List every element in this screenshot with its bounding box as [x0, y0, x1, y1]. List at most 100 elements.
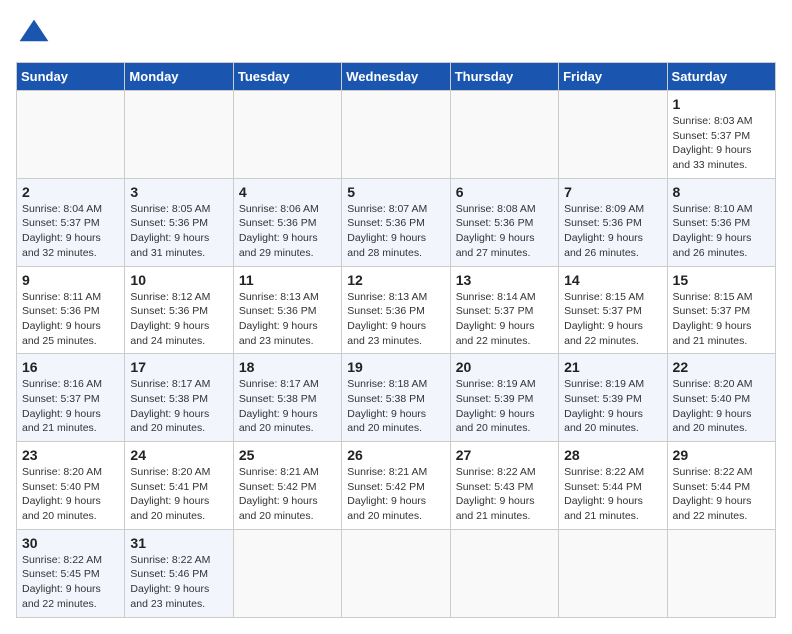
day-number-18: 18 [239, 359, 336, 375]
day-info-12: Sunrise: 8:13 AMSunset: 5:36 PMDaylight:… [347, 290, 444, 349]
calendar-day-24: 24 Sunrise: 8:20 AMSunset: 5:41 PMDayligh… [125, 442, 233, 530]
empty-cell [559, 529, 667, 617]
day-number-12: 12 [347, 272, 444, 288]
calendar-day-3: 3 Sunrise: 8:05 AMSunset: 5:36 PMDaylight… [125, 178, 233, 266]
day-number-14: 14 [564, 272, 661, 288]
day-number-4: 4 [239, 184, 336, 200]
page-header [16, 16, 776, 52]
day-info-7: Sunrise: 8:09 AMSunset: 5:36 PMDaylight:… [564, 202, 661, 261]
day-number-5: 5 [347, 184, 444, 200]
calendar-day-26: 26Sunrise: 8:21 AMSunset: 5:42 PMDayligh… [342, 442, 450, 530]
day-info-13: Sunrise: 8:14 AMSunset: 5:37 PMDaylight:… [456, 290, 553, 349]
day-info-25: Sunrise: 8:21 AMSunset: 5:42 PMDaylight:… [239, 465, 336, 524]
day-number-15: 15 [673, 272, 770, 288]
day-info-28: Sunrise: 8:22 AMSunset: 5:44 PMDaylight:… [564, 465, 661, 524]
empty-cell [233, 529, 341, 617]
column-header-monday: Monday [125, 63, 233, 91]
day-number-19: 19 [347, 359, 444, 375]
calendar-day-18: 18 Sunrise: 8:17 AMSunset: 5:38 PMDayligh… [233, 354, 341, 442]
logo-icon [16, 16, 52, 52]
day-info-29: Sunrise: 8:22 AMSunset: 5:44 PMDaylight:… [673, 465, 770, 524]
empty-cell [17, 91, 125, 179]
empty-cell [667, 529, 775, 617]
day-number-1: 1 [673, 96, 770, 112]
calendar-week-4: 16 Sunrise: 8:16 AMSunset: 5:37 PMDayligh… [17, 354, 776, 442]
calendar-week-3: 9 Sunrise: 8:11 AMSunset: 5:36 PMDaylight… [17, 266, 776, 354]
calendar-day-25: 25Sunrise: 8:21 AMSunset: 5:42 PMDayligh… [233, 442, 341, 530]
day-number-7: 7 [564, 184, 661, 200]
day-info-10: Sunrise: 8:12 AMSunset: 5:36 PMDaylight:… [130, 290, 227, 349]
calendar-day-1: 1 Sunrise: 8:03 AMSunset: 5:37 PMDaylight… [667, 91, 775, 179]
day-number-20: 20 [456, 359, 553, 375]
calendar-body: 1 Sunrise: 8:03 AMSunset: 5:37 PMDaylight… [17, 91, 776, 618]
day-number-27: 27 [456, 447, 553, 463]
day-info-20: Sunrise: 8:19 AMSunset: 5:39 PMDaylight:… [456, 377, 553, 436]
day-info-6: Sunrise: 8:08 AMSunset: 5:36 PMDaylight:… [456, 202, 553, 261]
calendar-day-4: 4 Sunrise: 8:06 AMSunset: 5:36 PMDaylight… [233, 178, 341, 266]
day-number-23: 23 [22, 447, 119, 463]
calendar-day-23: 23Sunrise: 8:20 AMSunset: 5:40 PMDayligh… [17, 442, 125, 530]
calendar-week-5: 23Sunrise: 8:20 AMSunset: 5:40 PMDayligh… [17, 442, 776, 530]
day-number-3: 3 [130, 184, 227, 200]
column-header-friday: Friday [559, 63, 667, 91]
calendar-day-9: 9 Sunrise: 8:11 AMSunset: 5:36 PMDaylight… [17, 266, 125, 354]
calendar-day-10: 10 Sunrise: 8:12 AMSunset: 5:36 PMDayligh… [125, 266, 233, 354]
day-number-28: 28 [564, 447, 661, 463]
calendar-day-5: 5 Sunrise: 8:07 AMSunset: 5:36 PMDaylight… [342, 178, 450, 266]
calendar-day-22: 22Sunrise: 8:20 AMSunset: 5:40 PMDayligh… [667, 354, 775, 442]
day-info-27: Sunrise: 8:22 AMSunset: 5:43 PMDaylight:… [456, 465, 553, 524]
logo [16, 16, 56, 52]
day-number-17: 17 [130, 359, 227, 375]
day-number-21: 21 [564, 359, 661, 375]
calendar-week-6: 30Sunrise: 8:22 AMSunset: 5:45 PMDayligh… [17, 529, 776, 617]
day-info-19: Sunrise: 8:18 AMSunset: 5:38 PMDaylight:… [347, 377, 444, 436]
day-info-3: Sunrise: 8:05 AMSunset: 5:36 PMDaylight:… [130, 202, 227, 261]
day-number-30: 30 [22, 535, 119, 551]
day-number-16: 16 [22, 359, 119, 375]
empty-cell [125, 91, 233, 179]
calendar-day-11: 11Sunrise: 8:13 AMSunset: 5:36 PMDayligh… [233, 266, 341, 354]
day-info-5: Sunrise: 8:07 AMSunset: 5:36 PMDaylight:… [347, 202, 444, 261]
calendar-day-7: 7 Sunrise: 8:09 AMSunset: 5:36 PMDaylight… [559, 178, 667, 266]
day-info-4: Sunrise: 8:06 AMSunset: 5:36 PMDaylight:… [239, 202, 336, 261]
day-info-31: Sunrise: 8:22 AMSunset: 5:46 PMDaylight:… [130, 553, 227, 612]
day-info-21: Sunrise: 8:19 AMSunset: 5:39 PMDaylight:… [564, 377, 661, 436]
day-number-11: 11 [239, 272, 336, 288]
calendar-week-2: 2Sunrise: 8:04 AMSunset: 5:37 PMDaylight… [17, 178, 776, 266]
calendar-day-8: 8 Sunrise: 8:10 AMSunset: 5:36 PMDaylight… [667, 178, 775, 266]
day-number-24: 24 [130, 447, 227, 463]
day-number-2: 2 [22, 184, 119, 200]
day-info-24: Sunrise: 8:20 AMSunset: 5:41 PMDaylight:… [130, 465, 227, 524]
day-info-9: Sunrise: 8:11 AMSunset: 5:36 PMDaylight:… [22, 290, 119, 349]
empty-cell [559, 91, 667, 179]
calendar-day-21: 21 Sunrise: 8:19 AMSunset: 5:39 PMDayligh… [559, 354, 667, 442]
day-info-18: Sunrise: 8:17 AMSunset: 5:38 PMDaylight:… [239, 377, 336, 436]
column-header-wednesday: Wednesday [342, 63, 450, 91]
day-number-13: 13 [456, 272, 553, 288]
calendar-day-2: 2Sunrise: 8:04 AMSunset: 5:37 PMDaylight… [17, 178, 125, 266]
day-info-16: Sunrise: 8:16 AMSunset: 5:37 PMDaylight:… [22, 377, 119, 436]
day-info-8: Sunrise: 8:10 AMSunset: 5:36 PMDaylight:… [673, 202, 770, 261]
day-number-6: 6 [456, 184, 553, 200]
day-info-14: Sunrise: 8:15 AMSunset: 5:37 PMDaylight:… [564, 290, 661, 349]
calendar-day-16: 16 Sunrise: 8:16 AMSunset: 5:37 PMDayligh… [17, 354, 125, 442]
calendar-day-19: 19 Sunrise: 8:18 AMSunset: 5:38 PMDayligh… [342, 354, 450, 442]
empty-cell [450, 91, 558, 179]
calendar-table: SundayMondayTuesdayWednesdayThursdayFrid… [16, 62, 776, 618]
calendar-day-17: 17Sunrise: 8:17 AMSunset: 5:38 PMDayligh… [125, 354, 233, 442]
empty-cell [233, 91, 341, 179]
day-info-15: Sunrise: 8:15 AMSunset: 5:37 PMDaylight:… [673, 290, 770, 349]
day-number-10: 10 [130, 272, 227, 288]
empty-cell [342, 91, 450, 179]
day-info-1: Sunrise: 8:03 AMSunset: 5:37 PMDaylight:… [673, 114, 770, 173]
day-number-9: 9 [22, 272, 119, 288]
calendar-day-14: 14 Sunrise: 8:15 AMSunset: 5:37 PMDayligh… [559, 266, 667, 354]
empty-cell [450, 529, 558, 617]
day-number-8: 8 [673, 184, 770, 200]
calendar-day-30: 30Sunrise: 8:22 AMSunset: 5:45 PMDayligh… [17, 529, 125, 617]
calendar-day-13: 13 Sunrise: 8:14 AMSunset: 5:37 PMDayligh… [450, 266, 558, 354]
column-header-tuesday: Tuesday [233, 63, 341, 91]
calendar-day-28: 28 Sunrise: 8:22 AMSunset: 5:44 PMDayligh… [559, 442, 667, 530]
calendar-day-29: 29Sunrise: 8:22 AMSunset: 5:44 PMDayligh… [667, 442, 775, 530]
calendar-day-27: 27 Sunrise: 8:22 AMSunset: 5:43 PMDayligh… [450, 442, 558, 530]
